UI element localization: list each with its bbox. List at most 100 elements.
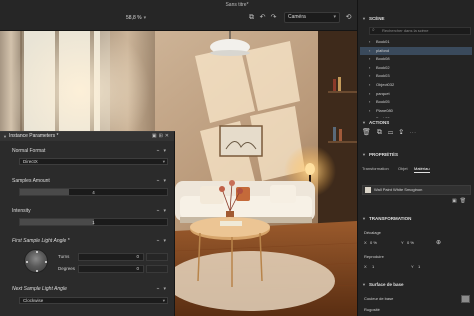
surface-section-header[interactable]: ▼ Surface de base	[358, 280, 474, 289]
scene-tree-item[interactable]: ▪ plafond	[360, 46, 472, 56]
repeat-label: Reproduire	[364, 254, 384, 259]
object-icon: ▪	[369, 99, 371, 105]
collapse-triangle-icon[interactable]: ▼	[3, 132, 7, 141]
degrees-field[interactable]: 0	[78, 265, 144, 273]
expand-arrow-icon[interactable]: ▾	[163, 238, 170, 244]
param-icons: ⌁▾	[156, 208, 170, 214]
scene-tree-item[interactable]: ▪ Object032	[360, 81, 472, 90]
material-swatch	[365, 187, 371, 193]
expand-arrow-icon[interactable]: ▾	[163, 286, 170, 292]
dial-marker	[45, 261, 47, 263]
scene-tree-item-label: plafond	[376, 47, 390, 53]
scene-tree-item-label: Book01	[376, 39, 390, 44]
offset-x-label: X	[364, 240, 367, 245]
degrees-stepper[interactable]	[146, 265, 168, 273]
material-name: Wall Paint White Smoginon	[374, 187, 423, 192]
zoom-value: 58,8 %	[126, 15, 142, 21]
turns-field[interactable]: 0	[78, 253, 144, 261]
collapse-triangle-icon[interactable]: ▼	[362, 150, 366, 159]
scene-tree-item[interactable]: ▪ Book01	[360, 38, 472, 47]
material-item[interactable]: Wall Paint White Smoginon	[362, 185, 471, 195]
dial-marker	[36, 251, 38, 253]
tab-objet[interactable]: Objet	[398, 166, 408, 171]
tab-materiau[interactable]: Matériau	[414, 166, 430, 173]
right-sidebar: ▼ SCÈNE Rechercher dans la scène ⌕ ▪ Book0…	[357, 0, 474, 316]
param-label-next-sample-light-angle: Next Sample Light Angle	[12, 286, 67, 292]
instance-parameters-panel: ▼ Instance Parameters * ▣⊞✕ Normal Forma…	[0, 131, 175, 316]
scene-tree-item[interactable]: ▪ parquet	[360, 90, 472, 99]
scene-tree-item[interactable]: ▪ Book02	[360, 64, 472, 73]
chevron-down-icon: ▾	[333, 14, 336, 20]
panel-header[interactable]: ▼ Instance Parameters * ▣⊞✕	[0, 132, 174, 141]
scene-section-header[interactable]: ▼ SCÈNE	[358, 14, 474, 23]
export-icon[interactable]: ⇪	[399, 129, 409, 136]
object-icon: ▪	[369, 73, 371, 79]
reset-icon[interactable]: ⟲	[344, 13, 353, 22]
collapse-triangle-icon[interactable]: ▼	[362, 214, 366, 223]
offset-x-field[interactable]: 0 %	[370, 240, 377, 245]
scene-tree-item-label: Book03	[376, 73, 390, 79]
collapse-triangle-icon[interactable]: ▼	[362, 118, 366, 127]
expand-arrow-icon[interactable]: ▾	[163, 178, 170, 184]
info-icon[interactable]: ▣	[152, 133, 159, 139]
more-icon[interactable]: ⋯	[409, 129, 422, 136]
tab-transformation[interactable]: Transformation	[362, 166, 389, 171]
redo-icon[interactable]: ↷	[269, 13, 278, 22]
collapse-triangle-icon[interactable]: ▼	[362, 14, 366, 23]
scene-search-input[interactable]: Rechercher dans la scène	[369, 27, 471, 35]
object-icon: ▪	[369, 90, 371, 96]
samples-amount-slider[interactable]: 4	[19, 188, 168, 196]
scene-tree-item[interactable]: ▪ Book03	[360, 72, 472, 81]
turns-stepper[interactable]	[146, 253, 168, 261]
scene-tree: ▪ Book01 ▪ plafond ▪ Book08 ▪ Book02 ▪ Book03 ▪ Obj…	[360, 38, 472, 118]
folder-icon[interactable]: ▭	[388, 129, 399, 136]
object-icon: ▪	[369, 81, 371, 87]
duplicate-icon[interactable]: ⧉	[377, 129, 388, 136]
copy-icon[interactable]: ▣	[452, 198, 460, 204]
object-icon: ▪	[369, 64, 371, 70]
scene-tree-item-label: Book02	[376, 64, 390, 70]
properties-title: PROPRIÉTÉS	[369, 152, 399, 157]
delete-icon[interactable]: 🗑	[362, 129, 377, 136]
expand-arrow-icon[interactable]: ▾	[163, 208, 170, 214]
transformation-section-header[interactable]: ▼ TRANSFORMATION	[358, 214, 474, 223]
offset-y-field[interactable]: 0 %	[407, 240, 414, 245]
scene-tree-item[interactable]: ▪ Book08	[360, 55, 472, 64]
scene-tree-item-label: Plane080	[376, 107, 393, 113]
scene-tree-item[interactable]: ▪ Book05	[360, 98, 472, 107]
repeat-y-field[interactable]: 1	[418, 264, 420, 269]
panel-title: Instance Parameters *	[9, 133, 59, 139]
repeat-y-label: Y	[411, 264, 414, 269]
zoom-dropdown[interactable]: 58,8 % ▾	[126, 15, 146, 21]
actions-section-header[interactable]: ▼ ACTIONS	[358, 118, 474, 127]
snap-icon[interactable]: ⧉	[247, 13, 256, 22]
angle-dial[interactable]	[24, 249, 48, 273]
repeat-x-field[interactable]: 1	[372, 264, 374, 269]
next-sample-angle-select[interactable]: Clockwise ▾	[19, 297, 168, 304]
offset-label: Décalage	[364, 230, 381, 235]
delete-icon[interactable]: 🗑	[460, 198, 469, 204]
center-icon[interactable]: ⊕	[436, 239, 441, 246]
chevron-down-icon: ▾	[162, 159, 165, 164]
expand-arrow-icon[interactable]: ▾	[163, 148, 170, 154]
panel-header-icons: ▣⊞✕	[152, 132, 171, 141]
search-icon: ⌕	[372, 27, 375, 33]
scene-tree-item-label: Object032	[376, 81, 395, 87]
base-color-label: Couleur de base	[364, 296, 394, 301]
camera-select[interactable]: Caméra ▾	[284, 12, 340, 23]
undo-icon[interactable]: ↶	[258, 13, 267, 22]
intensity-slider[interactable]: 1	[19, 218, 168, 226]
normal-format-select[interactable]: DirectX ▾	[19, 158, 168, 165]
properties-section-header[interactable]: ▼ PROPRIÉTÉS	[358, 150, 474, 159]
scene-tree-item-label: Book05	[376, 99, 390, 105]
param-icons: ⌁▾	[156, 148, 170, 154]
intensity-value: 1	[92, 220, 95, 225]
collapse-triangle-icon[interactable]: ▼	[362, 280, 366, 289]
base-color-swatch[interactable]	[461, 295, 470, 303]
scene-tree-item-label: Book08	[376, 56, 390, 62]
scene-tree-item[interactable]: ▪ Plane080	[360, 107, 472, 116]
param-label-first-sample-light-angle: First Sample Light Angle *	[12, 238, 70, 244]
param-label-samples-amount: Samples Amount	[12, 178, 50, 184]
close-icon[interactable]: ✕	[165, 133, 171, 139]
actions-toolbar: 🗑⧉▭⇪⋯	[362, 128, 472, 137]
